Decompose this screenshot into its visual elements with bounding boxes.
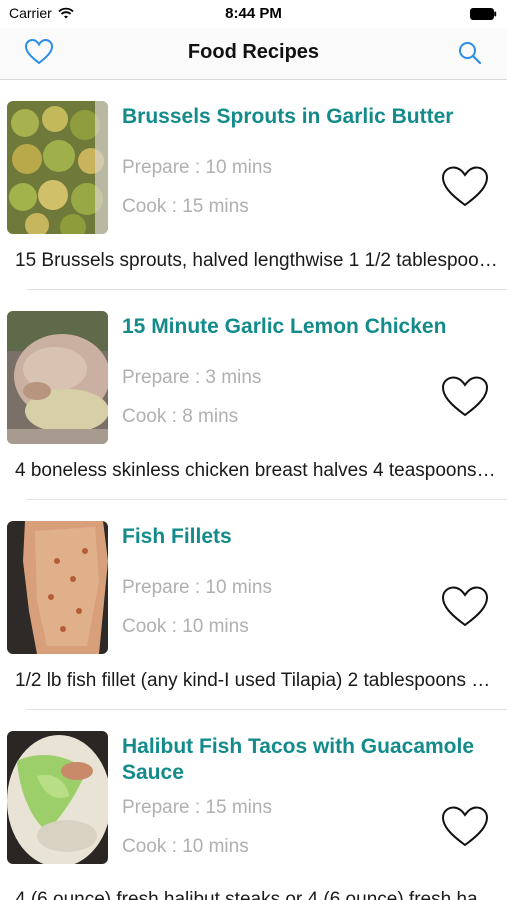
cook-time: Cook : 10 mins: [122, 836, 249, 857]
brussels-sprouts-photo: [7, 101, 108, 234]
cook-time: Cook : 10 mins: [122, 616, 249, 637]
heart-outline-icon[interactable]: [440, 165, 490, 209]
heart-outline-icon[interactable]: [440, 805, 490, 849]
recipe-title: Halibut Fish Tacos with Guacamole Sauce: [122, 735, 475, 784]
navigation-bar: Food Recipes: [0, 28, 507, 80]
heart-outline-icon[interactable]: [440, 375, 490, 419]
ingredients-preview: 4 (6 ounce) fresh halibut steaks or 4 (6…: [15, 889, 500, 900]
heart-outline-icon[interactable]: [440, 585, 490, 629]
prepare-time: Prepare : 15 mins: [122, 797, 272, 818]
search-icon[interactable]: [457, 40, 483, 66]
recipe-row[interactable]: Halibut Fish Tacos with Guacamole Sauce …: [0, 710, 507, 900]
status-time: 8:44 PM: [225, 5, 282, 22]
ingredients-preview: 1/2 lb fish fillet (any kind-I used Tila…: [15, 670, 500, 691]
cook-time: Cook : 15 mins: [122, 196, 249, 217]
garlic-lemon-chicken-photo: [7, 311, 108, 444]
recipe-title: Fish Fillets: [122, 525, 232, 548]
status-bar: Carrier 8:44 PM: [0, 0, 507, 28]
prepare-time: Prepare : 10 mins: [122, 157, 272, 178]
ingredients-preview: 4 boneless skinless chicken breast halve…: [15, 460, 500, 481]
prepare-time: Prepare : 10 mins: [122, 577, 272, 598]
fish-fillets-photo: [7, 521, 108, 654]
recipe-list: Brussels Sprouts in Garlic Butter Prepar…: [0, 80, 507, 900]
recipe-title: Brussels Sprouts in Garlic Butter: [122, 105, 454, 128]
page-title: Food Recipes: [187, 41, 320, 63]
battery-icon: [470, 8, 497, 20]
prepare-time: Prepare : 3 mins: [122, 367, 262, 388]
halibut-fish-tacos-photo: [7, 731, 108, 864]
recipe-row[interactable]: Fish Fillets Prepare : 10 mins Cook : 10…: [0, 500, 507, 710]
cook-time: Cook : 8 mins: [122, 406, 239, 427]
recipe-row[interactable]: 15 Minute Garlic Lemon Chicken Prepare :…: [0, 290, 507, 500]
ingredients-preview: 15 Brussels sprouts, halved lengthwise 1…: [15, 250, 500, 271]
recipe-row[interactable]: Brussels Sprouts in Garlic Butter Prepar…: [0, 80, 507, 290]
recipe-title: 15 Minute Garlic Lemon Chicken: [122, 315, 447, 338]
